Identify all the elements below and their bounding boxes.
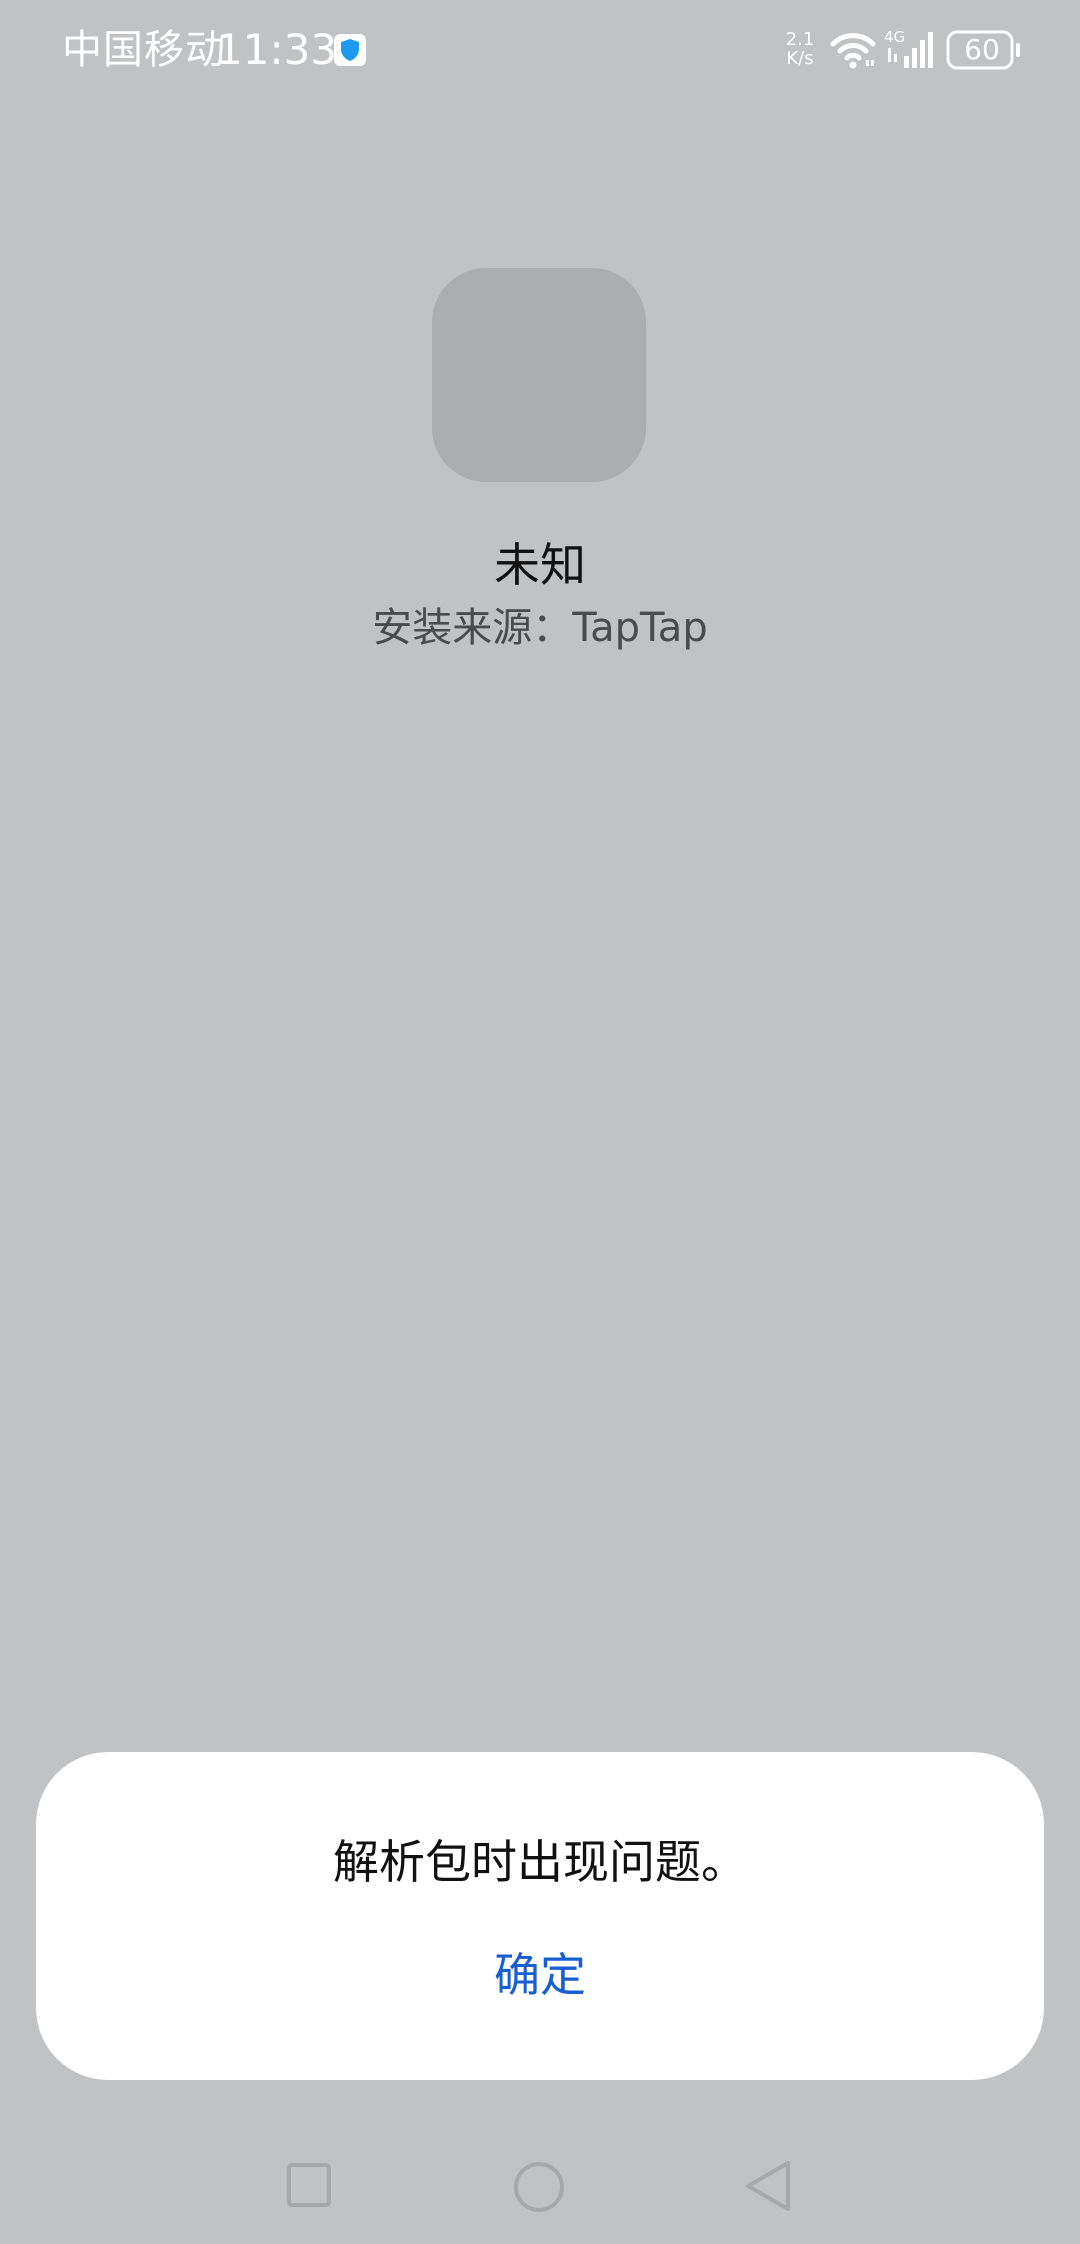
package-installer-screen: 中国移动 11:33 2.1 K/s 4G 60 未知 安装来源：TapTap …: [0, 0, 1080, 2244]
network-speed: 2.1 K/s: [782, 30, 818, 68]
app-placeholder-icon: [432, 268, 646, 482]
recent-apps-icon[interactable]: [286, 2162, 332, 2208]
app-name: 未知: [494, 538, 586, 592]
parse-error-dialog: 解析包时出现问题。 确定: [36, 1752, 1044, 2080]
wifi-icon: [830, 33, 876, 69]
network-speed-unit: K/s: [786, 48, 814, 69]
install-source: 安装来源：TapTap: [372, 605, 708, 651]
home-icon[interactable]: [512, 2160, 566, 2214]
carrier-name: 中国移动: [62, 27, 226, 73]
back-icon[interactable]: [742, 2158, 794, 2214]
status-bar: 中国移动 11:33 2.1 K/s 4G 60: [0, 0, 1080, 100]
clock: 11:33: [216, 25, 338, 74]
shield-icon: [334, 34, 366, 66]
network-type-label: 4G: [884, 28, 905, 46]
network-speed-value: 2.1: [785, 29, 815, 50]
signal-icon: 4G: [884, 28, 933, 68]
battery-level: 60: [964, 33, 1000, 66]
confirm-button[interactable]: 确定: [440, 1930, 640, 2020]
dialog-message: 解析包时出现问题。: [333, 1835, 747, 1889]
